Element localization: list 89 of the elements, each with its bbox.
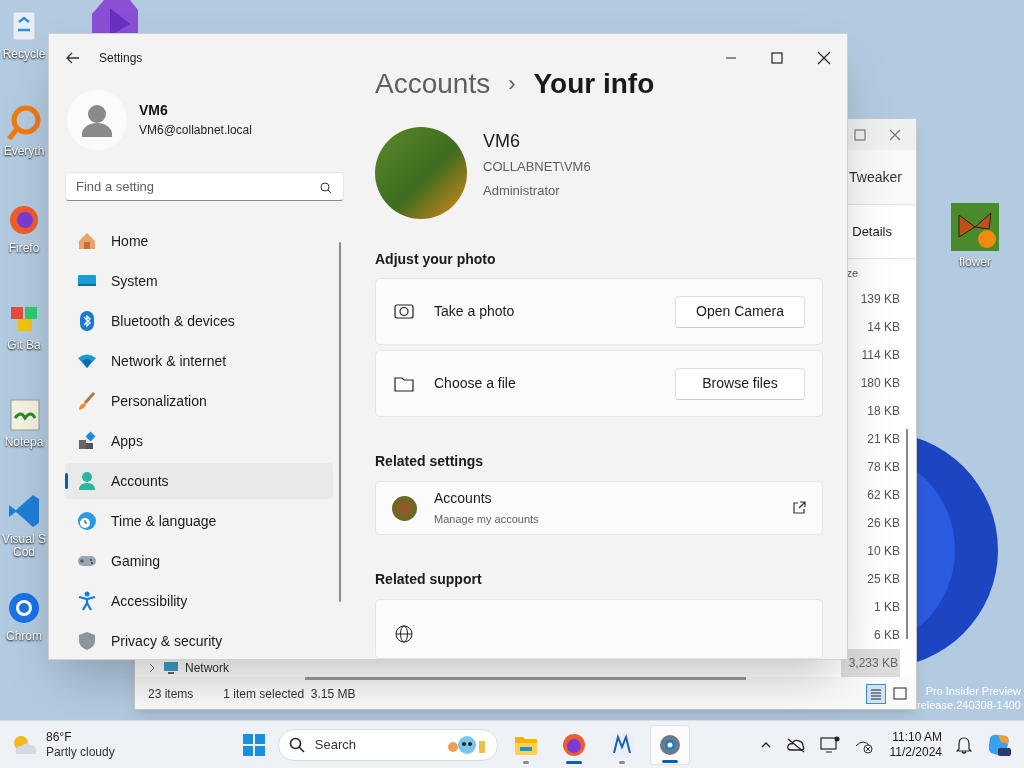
close-icon[interactable] bbox=[817, 51, 831, 65]
file-size: 180 KB bbox=[860, 374, 900, 392]
action-button[interactable]: Browse files bbox=[675, 367, 805, 400]
nav-item[interactable]: Network bbox=[185, 658, 229, 677]
letter-m-logo-icon bbox=[607, 730, 636, 759]
list-view-icon[interactable] bbox=[866, 683, 886, 704]
watermark-text: release.240308-1400 bbox=[917, 698, 1021, 712]
option-label: Choose a file bbox=[434, 374, 516, 394]
nav-item[interactable]: Privacy & security bbox=[65, 623, 333, 659]
taskbar-app[interactable] bbox=[649, 724, 690, 765]
external-link-icon bbox=[792, 501, 806, 516]
house-icon bbox=[77, 231, 97, 251]
section-heading: Related support bbox=[375, 570, 483, 589]
address-text: Tweaker bbox=[849, 167, 902, 187]
taskbar-search[interactable]: Search bbox=[277, 728, 498, 761]
page-title: Your info bbox=[533, 66, 655, 101]
account-name: COLLABNET\VM6 bbox=[483, 158, 591, 177]
file-size: 62 KB bbox=[867, 486, 900, 504]
link-subtitle: Manage my accounts bbox=[434, 512, 539, 528]
file-size: 21 KB bbox=[867, 430, 900, 448]
camera-icon bbox=[394, 301, 414, 322]
related-settings-link[interactable]: Accounts Manage my accounts bbox=[375, 481, 823, 535]
file-size: 18 KB bbox=[867, 402, 900, 420]
start-icon[interactable] bbox=[241, 732, 266, 757]
file-size: 78 KB bbox=[867, 458, 900, 476]
user-email: VM6@collabnet.local bbox=[139, 122, 252, 140]
file-size: 6 KB bbox=[874, 626, 900, 644]
shield-icon bbox=[77, 631, 97, 651]
link-title: Accounts bbox=[434, 489, 493, 509]
status-text: 23 items bbox=[148, 686, 194, 704]
weather-condition[interactable]: Partly cloudy bbox=[46, 744, 115, 760]
accessibility-icon bbox=[77, 591, 97, 611]
chevron-icon[interactable] bbox=[147, 662, 157, 673]
status-text: 1 item selected 3.15 MB bbox=[223, 686, 356, 704]
app-icon[interactable] bbox=[90, 0, 140, 36]
search-icon bbox=[288, 736, 305, 753]
bluetooth-icon bbox=[77, 311, 97, 331]
clock-date[interactable]: 11/2/2024 bbox=[889, 744, 942, 760]
scrollbar[interactable] bbox=[906, 428, 908, 639]
nav-item[interactable]: Gaming bbox=[65, 543, 333, 579]
file-size: 1 KB bbox=[874, 598, 900, 616]
maximize-icon[interactable] bbox=[771, 52, 783, 64]
person-icon bbox=[77, 471, 97, 491]
selected-file-size[interactable]: 3,233 KB bbox=[840, 648, 900, 677]
option-label: Take a photo bbox=[434, 302, 515, 322]
nav-item[interactable]: System bbox=[65, 263, 333, 299]
clock-time[interactable]: 11:10 AM bbox=[892, 729, 942, 745]
section-heading: Related settings bbox=[375, 452, 485, 472]
file-size: 139 KB bbox=[860, 290, 900, 308]
apps-icon bbox=[77, 431, 97, 451]
scrollbar[interactable] bbox=[339, 242, 341, 602]
globe-icon bbox=[394, 624, 414, 644]
file-size: 10 KB bbox=[867, 542, 900, 560]
nav-item[interactable]: Accessibility bbox=[65, 583, 333, 619]
cloud-off-icon[interactable] bbox=[785, 736, 806, 753]
account-role: Administrator bbox=[483, 181, 561, 200]
search-icon bbox=[320, 181, 332, 194]
image-thumbnail-icon[interactable] bbox=[951, 203, 999, 251]
nav-item[interactable]: Apps bbox=[65, 423, 333, 459]
breadcrumb-separator: › bbox=[508, 70, 516, 99]
nav-item[interactable]: Home bbox=[65, 223, 333, 259]
nav-item[interactable]: Accounts bbox=[65, 463, 333, 499]
action-button[interactable]: Open Camera bbox=[675, 295, 805, 328]
monitor-icon bbox=[163, 660, 179, 675]
watermark-text: Pro Insider Preview bbox=[925, 684, 1021, 698]
globe-clock-icon bbox=[77, 511, 97, 531]
horizontal-scrollbar[interactable] bbox=[305, 676, 746, 680]
details-button[interactable]: Details bbox=[852, 221, 892, 242]
file-size: 25 KB bbox=[867, 570, 900, 588]
paintbrush-icon bbox=[77, 391, 97, 411]
profile-name: VM6 bbox=[483, 130, 521, 154]
back-arrow-icon[interactable] bbox=[65, 50, 81, 66]
nav-item[interactable]: Network & internet bbox=[65, 343, 333, 379]
temperature[interactable]: 86°F bbox=[46, 729, 115, 745]
user-name: VM6 bbox=[139, 101, 169, 121]
nav-item[interactable]: Bluetooth & devices bbox=[65, 303, 333, 339]
bell-icon[interactable] bbox=[956, 735, 972, 754]
nav-item[interactable]: Personalization bbox=[65, 383, 333, 419]
photo-placeholder bbox=[392, 495, 417, 521]
section-heading: Adjust your photo bbox=[375, 250, 497, 270]
file-size: 26 KB bbox=[867, 514, 900, 532]
user-avatar-icon bbox=[67, 89, 127, 150]
nav-item[interactable]: Time & language bbox=[65, 503, 333, 539]
monitor-icon[interactable] bbox=[819, 735, 840, 754]
window-title: Settings bbox=[99, 50, 143, 67]
file-size: 14 KB bbox=[867, 318, 900, 336]
file-size: 114 KB bbox=[861, 346, 900, 364]
search-field[interactable]: Find a setting bbox=[65, 171, 344, 201]
breadcrumb-link[interactable]: Accounts bbox=[375, 62, 491, 105]
